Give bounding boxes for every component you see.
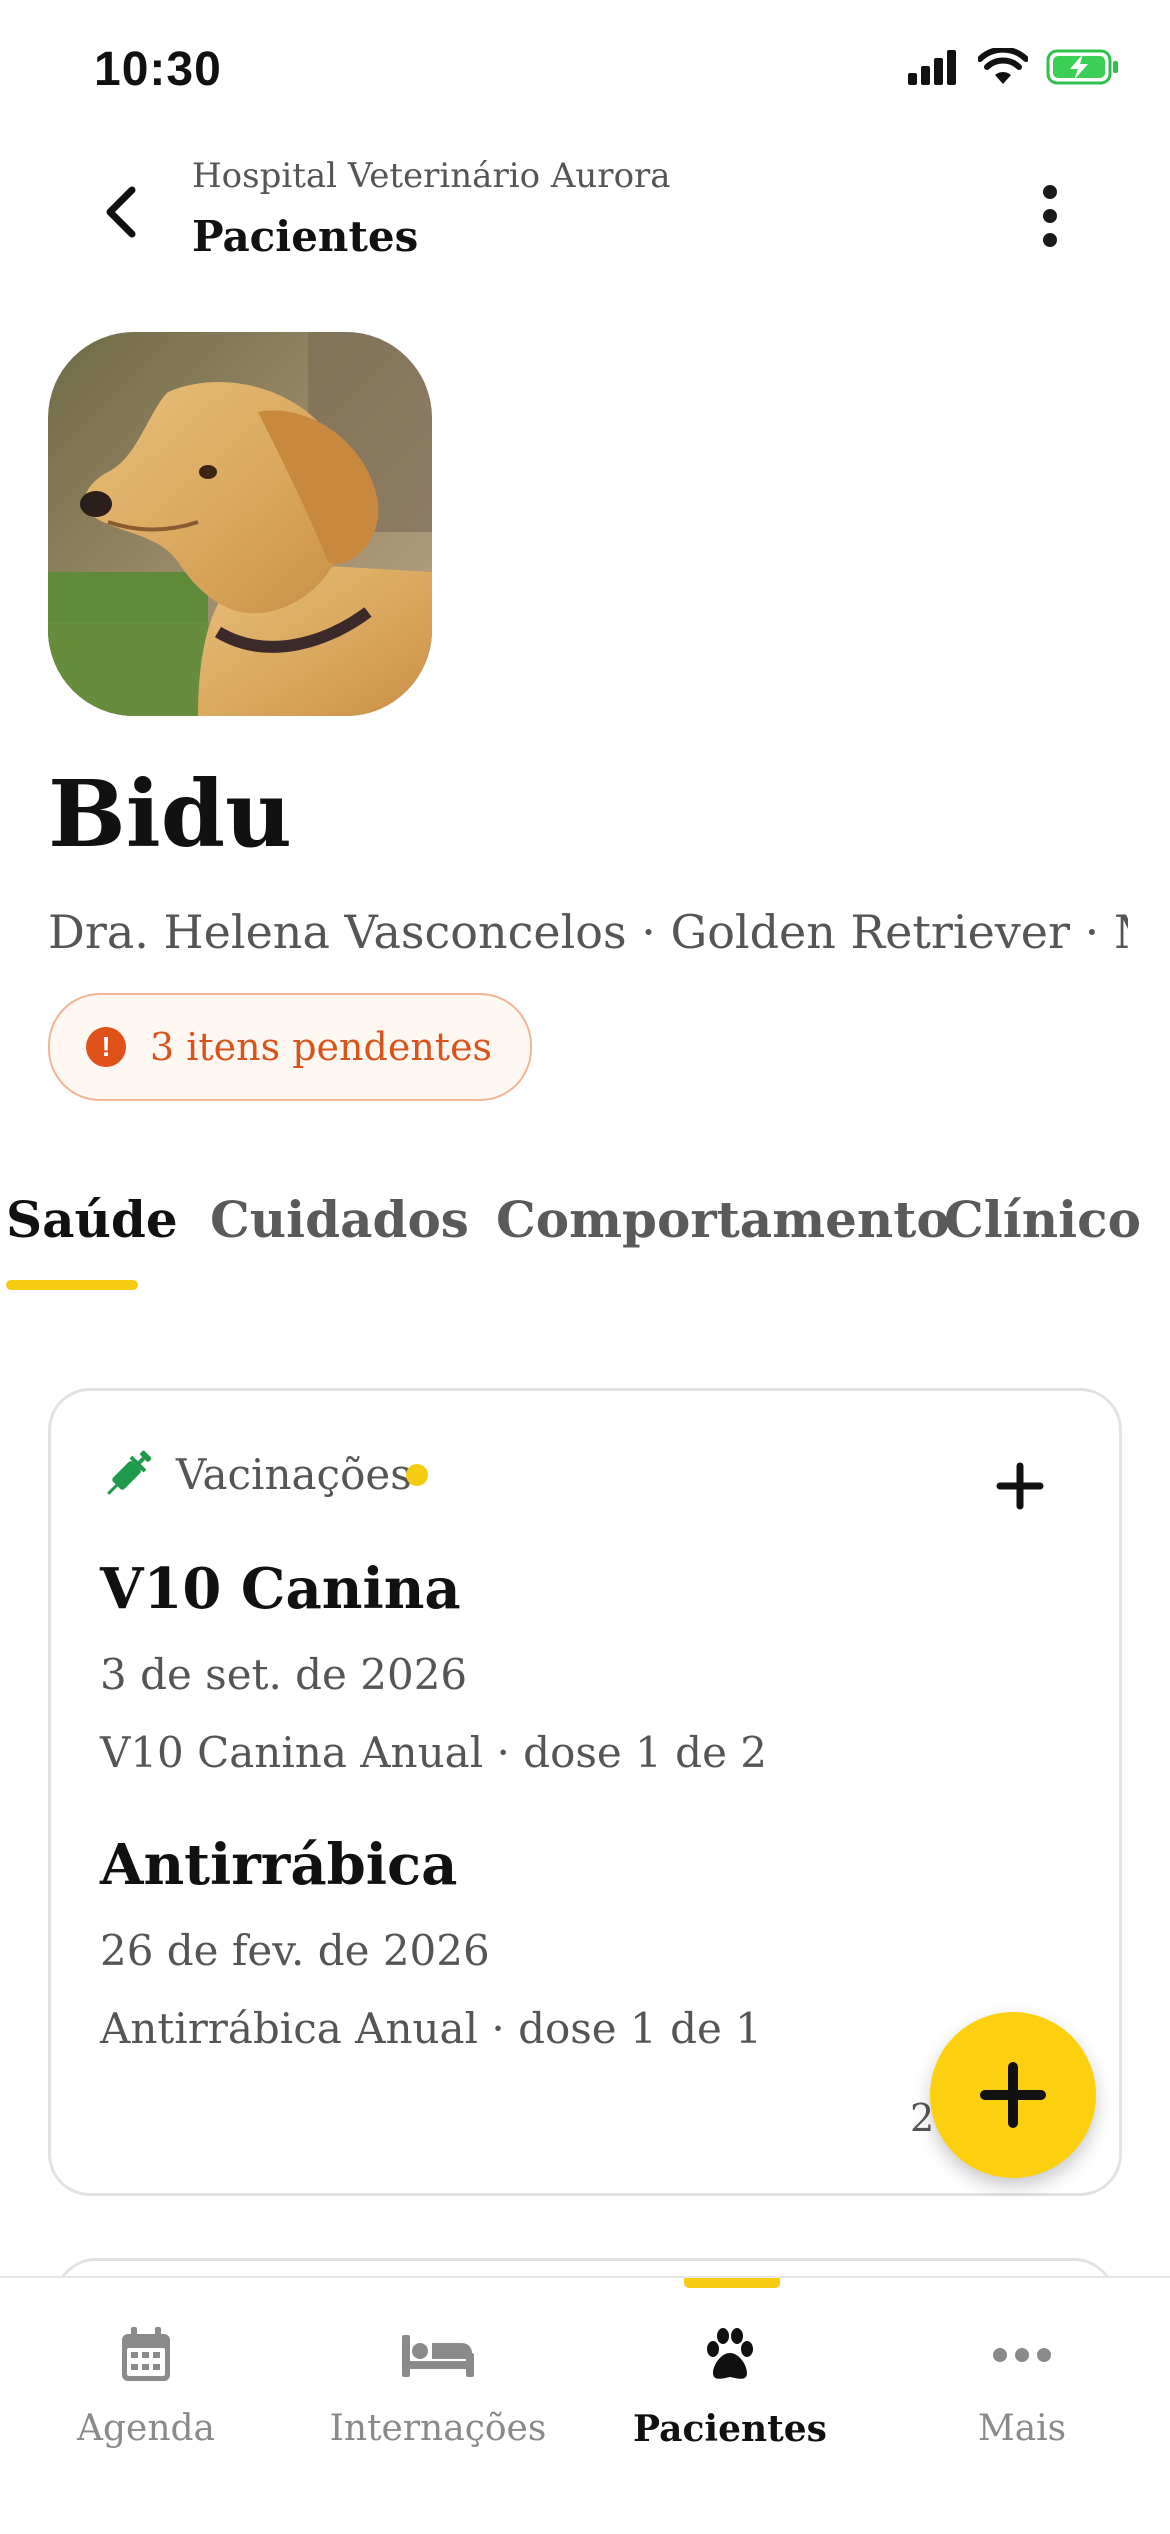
kebab-dot xyxy=(1043,185,1057,199)
vaccinations-title: Vacinações xyxy=(176,1450,412,1499)
status-dot xyxy=(406,1464,428,1486)
tab-cuidados[interactable]: Cuidados xyxy=(210,1190,469,1249)
plus-icon xyxy=(980,2062,1046,2128)
back-button[interactable] xyxy=(90,180,154,244)
patient-avatar[interactable] xyxy=(48,332,432,716)
status-time: 10:30 xyxy=(94,43,222,96)
nav-item-internacoes[interactable]: Internações xyxy=(292,2278,584,2478)
dog-photo xyxy=(48,332,432,716)
add-vaccination-button[interactable] xyxy=(990,1456,1050,1516)
nav-item-pacientes[interactable]: Pacientes xyxy=(584,2278,876,2478)
vaccine-date: 3 de set. de 2026 xyxy=(100,1650,468,1699)
nav-item-mais[interactable]: Mais xyxy=(876,2278,1168,2478)
vaccine-detail: Antirrábica Anual · dose 1 de 1 xyxy=(100,2004,762,2053)
vaccine-name[interactable]: Antirrábica xyxy=(100,1832,457,1898)
more-options-button[interactable] xyxy=(1020,176,1080,256)
paw-icon xyxy=(707,2328,753,2379)
nav-label-internacoes: Internações xyxy=(329,2408,547,2449)
kebab-dot xyxy=(1043,233,1057,247)
nav-item-agenda[interactable]: Agenda xyxy=(0,2278,292,2478)
header-subtitle: Hospital Veterinário Aurora xyxy=(192,156,671,196)
nav-label-pacientes: Pacientes xyxy=(633,2408,827,2450)
alert-icon: ! xyxy=(86,1027,126,1067)
syringe-icon xyxy=(107,1450,152,1495)
nav-label-agenda: Agenda xyxy=(76,2408,216,2449)
vaccine-name[interactable]: V10 Canina xyxy=(100,1556,461,1622)
battery-charging-icon xyxy=(1046,49,1118,85)
patient-meta: Dra. Helena Vasconcelos · Golden Retriev… xyxy=(48,905,1128,959)
bottom-nav: Agenda Internações Pacientes Mais xyxy=(0,2276,1170,2534)
bed-icon xyxy=(402,2335,474,2377)
chevron-left-icon xyxy=(106,186,136,238)
nav-label-mais: Mais xyxy=(977,2408,1067,2449)
wifi-icon xyxy=(978,48,1028,84)
vaccine-date: 26 de fev. de 2026 xyxy=(100,1926,490,1975)
tab-comportamento[interactable]: Comportamento xyxy=(496,1190,950,1249)
vaccine-detail: V10 Canina Anual · dose 1 de 2 xyxy=(100,1728,767,1777)
header-title: Pacientes xyxy=(192,212,419,261)
active-nav-indicator xyxy=(684,2278,780,2288)
pending-items-badge[interactable]: ! 3 itens pendentes xyxy=(48,993,533,1101)
active-tab-indicator xyxy=(6,1280,138,1290)
tab-saude[interactable]: Saúde xyxy=(6,1190,178,1249)
cellular-signal-icon xyxy=(908,50,956,85)
add-fab-button[interactable] xyxy=(930,2012,1096,2178)
more-icon xyxy=(993,2348,1051,2362)
status-icons xyxy=(906,48,1120,86)
kebab-dot xyxy=(1043,209,1057,223)
calendar-icon xyxy=(122,2327,170,2381)
patient-name: Bidu xyxy=(48,760,292,868)
pending-items-label: 3 itens pendentes xyxy=(150,1025,493,1069)
tab-clinico[interactable]: Clínico xyxy=(944,1190,1141,1249)
